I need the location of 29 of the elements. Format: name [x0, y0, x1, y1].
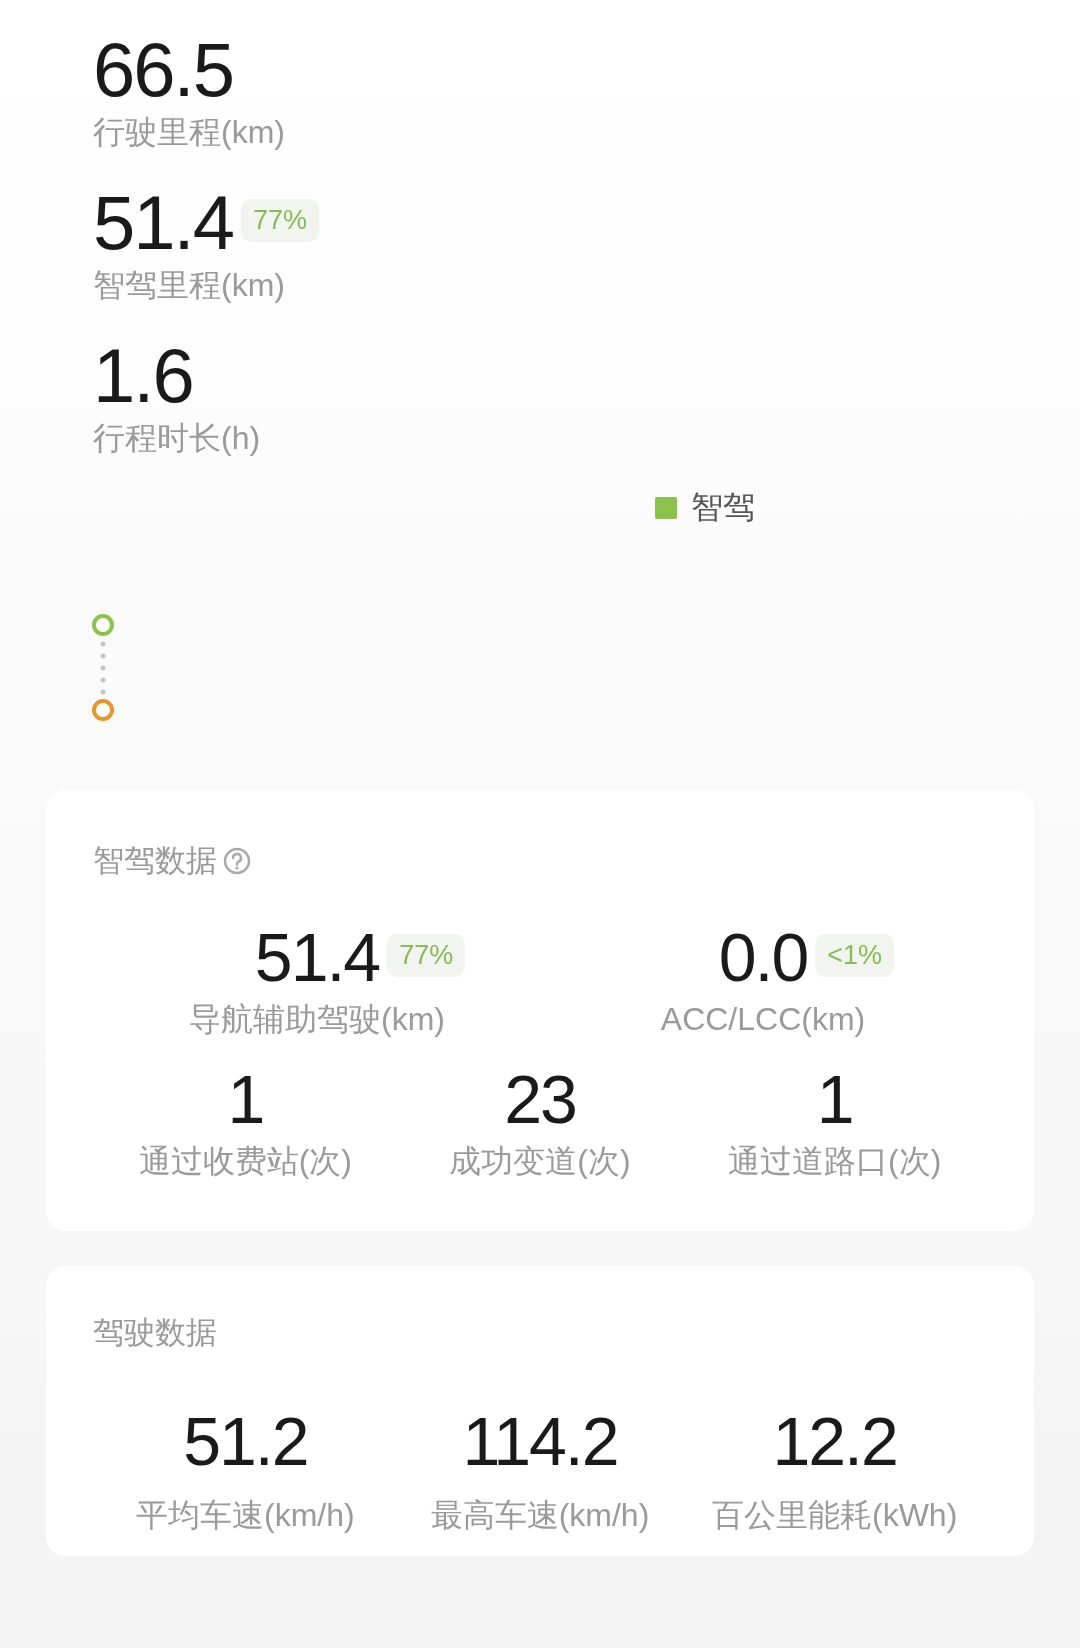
- stat-label: 导航辅助驾驶(km): [189, 999, 445, 1039]
- stat-value: 1: [227, 1062, 264, 1138]
- stat-value: 1: [816, 1062, 853, 1138]
- stat-value: 114.2: [462, 1403, 618, 1479]
- stat-value: 1.6: [93, 334, 193, 418]
- card-title: 驾驶数据: [93, 1313, 217, 1352]
- stat-value: 51.4: [93, 181, 233, 265]
- stat-label: 通过收费站(次): [138, 1142, 352, 1182]
- stat-label: 通过道路口(次): [728, 1142, 942, 1182]
- stat-label: 最高车速(km/h): [430, 1495, 650, 1535]
- stat-value: 23: [504, 1062, 576, 1138]
- stat-label: 行驶里程(km): [93, 112, 285, 152]
- legend-label: 智驾: [691, 488, 755, 527]
- stat-label: 平均车速(km/h): [136, 1495, 355, 1535]
- stat-label: 智驾里程(km): [93, 265, 285, 305]
- percent-badge: 77%: [387, 934, 466, 977]
- stat-value: 66.5: [93, 28, 233, 112]
- stat-label: ACC/LCC(km): [660, 999, 866, 1039]
- help-icon[interactable]: [223, 847, 251, 875]
- stat-value: 51.4: [254, 920, 380, 995]
- stat-value: 0.0: [718, 920, 808, 995]
- card-title: 智驾数据: [93, 842, 217, 880]
- percent-badge: 77%: [240, 199, 319, 243]
- stat-label: 成功变道(次): [449, 1142, 631, 1182]
- stat-value: 51.2: [183, 1403, 308, 1479]
- percent-badge: <1%: [815, 934, 895, 977]
- stat-label: 行程时长(h): [93, 418, 261, 458]
- stat-label: 百公里能耗(kWh): [712, 1495, 958, 1535]
- stat-value: 12.2: [772, 1403, 897, 1479]
